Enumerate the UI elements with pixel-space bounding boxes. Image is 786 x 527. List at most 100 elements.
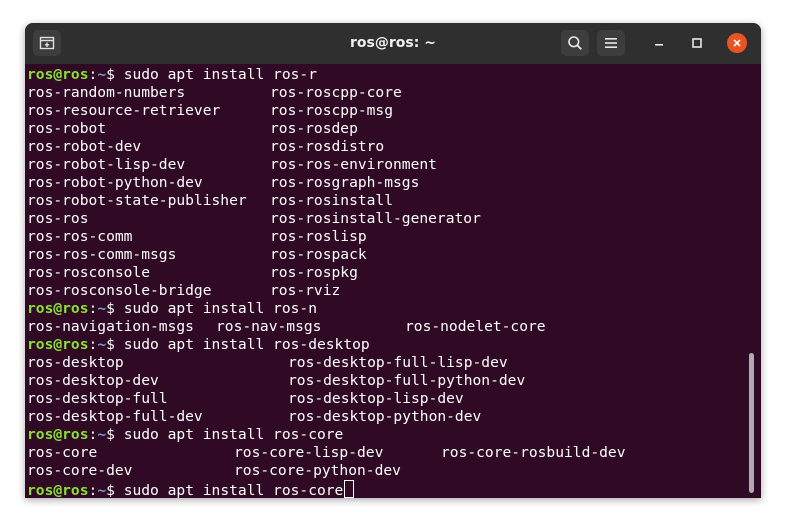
- prompt-symbol: $: [106, 66, 124, 83]
- title-bar: ros@ros: ~: [25, 23, 761, 64]
- completion-item: ros-rosconsole: [27, 264, 151, 281]
- completion-item: ros-rosgraph-msgs: [270, 174, 420, 191]
- completion-item: ros-desktop-full-python-dev: [288, 372, 526, 389]
- command-text: sudo apt install ros-core: [123, 426, 344, 443]
- completion-item: ros-random-numbers: [27, 84, 186, 101]
- prompt-line: ros@ros:~$ sudo apt install ros-core: [27, 480, 355, 498]
- completion-row: ros-ros ros-rosinstall-generator: [27, 210, 747, 228]
- maximize-icon: [692, 38, 702, 48]
- completion-item: ros-robot-dev: [27, 138, 142, 155]
- completion-item: ros-roslisp: [270, 228, 367, 245]
- command-text: sudo apt install ros-desktop: [123, 336, 370, 353]
- completion-item: ros-nodelet-core: [405, 318, 546, 335]
- search-icon: [568, 36, 582, 50]
- completion-item: ros-desktop: [27, 354, 124, 371]
- completion-item: ros-rviz: [270, 282, 341, 299]
- completion-row: ros-ros-comm-msgs ros-rospack: [27, 246, 747, 264]
- completion-item: ros-rosdistro: [270, 138, 385, 155]
- completion-item: ros-desktop-full-lisp-dev: [288, 354, 508, 371]
- maximize-button[interactable]: [685, 31, 709, 55]
- hamburger-menu-icon: [605, 38, 617, 48]
- completion-item: ros-ros-comm: [27, 228, 133, 245]
- completion-item: ros-desktop-dev: [27, 372, 159, 389]
- completion-item: ros-desktop-lisp-dev: [288, 390, 464, 407]
- prompt-user: ros@ros: [27, 482, 89, 498]
- completion-item: ros-robot-python-dev: [27, 174, 203, 191]
- minimize-button[interactable]: [647, 31, 671, 55]
- completion-item: ros-rosdep: [270, 120, 358, 137]
- prompt-user: ros@ros: [27, 300, 89, 317]
- completion-row: ros-robot-state-publisher ros-rosinstall: [27, 192, 747, 210]
- prompt-path: ~: [97, 300, 107, 317]
- completion-row: ros-resource-retriever ros-roscpp-msg: [27, 102, 747, 120]
- completion-row: ros-random-numbers ros-roscpp-core: [27, 84, 747, 102]
- completion-item: ros-robot: [27, 120, 107, 137]
- completion-item: ros-resource-retriever: [27, 102, 221, 119]
- prompt-separator: :: [88, 482, 98, 498]
- prompt-separator: :: [88, 336, 98, 353]
- completion-item: ros-robot-state-publisher: [27, 192, 247, 209]
- completion-item: ros-core-lisp-dev: [234, 444, 384, 461]
- prompt-symbol: $: [106, 336, 124, 353]
- completion-item: ros-ros: [27, 210, 89, 227]
- terminal-output[interactable]: ros@ros:~$ sudo apt install ros-r ros-ran…: [27, 65, 747, 498]
- completion-item: ros-rosinstall-generator: [270, 210, 481, 227]
- completion-row: ros-ros-comm ros-roslisp: [27, 228, 747, 246]
- prompt-separator: :: [88, 300, 98, 317]
- completion-row: ros-robot-lisp-dev ros-ros-environment: [27, 156, 747, 174]
- completion-row: ros-robot-dev ros-rosdistro: [27, 138, 747, 156]
- completion-row: ros-desktop-full ros-desktop-lisp-dev: [27, 390, 747, 408]
- close-button[interactable]: [727, 33, 747, 53]
- prompt-path: ~: [97, 482, 107, 498]
- menu-button[interactable]: [597, 30, 625, 56]
- command-text: sudo apt install ros-r: [123, 66, 317, 83]
- completion-row: ros-navigation-msgs ros-nav-msgs ros-nodel…: [27, 318, 747, 336]
- scrollbar[interactable]: [749, 353, 754, 493]
- completion-row: ros-rosconsole-bridge ros-rviz: [27, 282, 747, 300]
- prompt-user: ros@ros: [27, 426, 89, 443]
- completion-item: ros-core: [27, 444, 98, 461]
- prompt-path: ~: [97, 426, 107, 443]
- search-button[interactable]: [561, 30, 589, 56]
- completion-item: ros-ros-environment: [270, 156, 437, 173]
- completion-item: ros-desktop-full-dev: [27, 408, 203, 425]
- prompt-separator: :: [88, 426, 98, 443]
- completion-item: ros-robot-lisp-dev: [27, 156, 186, 173]
- prompt-line: ros@ros:~$ sudo apt install ros-r: [27, 66, 317, 84]
- completion-item: ros-rospack: [270, 246, 367, 263]
- completion-row: ros-core ros-core-lisp-dev ros-core-rosbui…: [27, 444, 747, 462]
- close-icon: [733, 39, 741, 47]
- completion-row: ros-robot ros-rosdep: [27, 120, 747, 138]
- completion-item: ros-roscpp-core: [270, 84, 402, 101]
- prompt-path: ~: [97, 336, 107, 353]
- completion-item: ros-core-dev: [27, 462, 133, 479]
- completion-item: ros-desktop-full: [27, 390, 168, 407]
- prompt-line: ros@ros:~$ sudo apt install ros-n: [27, 300, 317, 318]
- completion-item: ros-rosinstall: [270, 192, 394, 209]
- completion-item: ros-rosconsole-bridge: [27, 282, 212, 299]
- text-cursor: [344, 480, 355, 498]
- prompt-line: ros@ros:~$ sudo apt install ros-core: [27, 426, 343, 444]
- command-text: sudo apt install ros-n: [123, 300, 317, 317]
- minimize-icon: [655, 44, 663, 46]
- completion-item: ros-roscpp-msg: [270, 102, 394, 119]
- completion-item: ros-core-python-dev: [234, 462, 401, 479]
- prompt-path: ~: [97, 66, 107, 83]
- completion-row: ros-rosconsole ros-rospkg: [27, 264, 747, 282]
- prompt-user: ros@ros: [27, 336, 89, 353]
- completion-row: ros-desktop-full-dev ros-desktop-python-d…: [27, 408, 747, 426]
- completion-item: ros-core-rosbuild-dev: [441, 444, 626, 461]
- prompt-symbol: $: [106, 426, 124, 443]
- prompt-line: ros@ros:~$ sudo apt install ros-desktop: [27, 336, 370, 354]
- completion-item: ros-navigation-msgs: [27, 318, 194, 335]
- prompt-symbol: $: [106, 482, 124, 498]
- completion-item: ros-rospkg: [270, 264, 358, 281]
- completion-item: ros-nav-msgs: [216, 318, 322, 335]
- completion-row: ros-robot-python-dev ros-rosgraph-msgs: [27, 174, 747, 192]
- completion-row: ros-desktop ros-desktop-full-lisp-dev: [27, 354, 747, 372]
- prompt-separator: :: [88, 66, 98, 83]
- terminal-window: ros@ros: ~ ros@ros:~$ sudo apt install r…: [25, 23, 761, 498]
- prompt-user: ros@ros: [27, 66, 89, 83]
- completion-item: ros-desktop-python-dev: [288, 408, 482, 425]
- completion-item: ros-ros-comm-msgs: [27, 246, 177, 263]
